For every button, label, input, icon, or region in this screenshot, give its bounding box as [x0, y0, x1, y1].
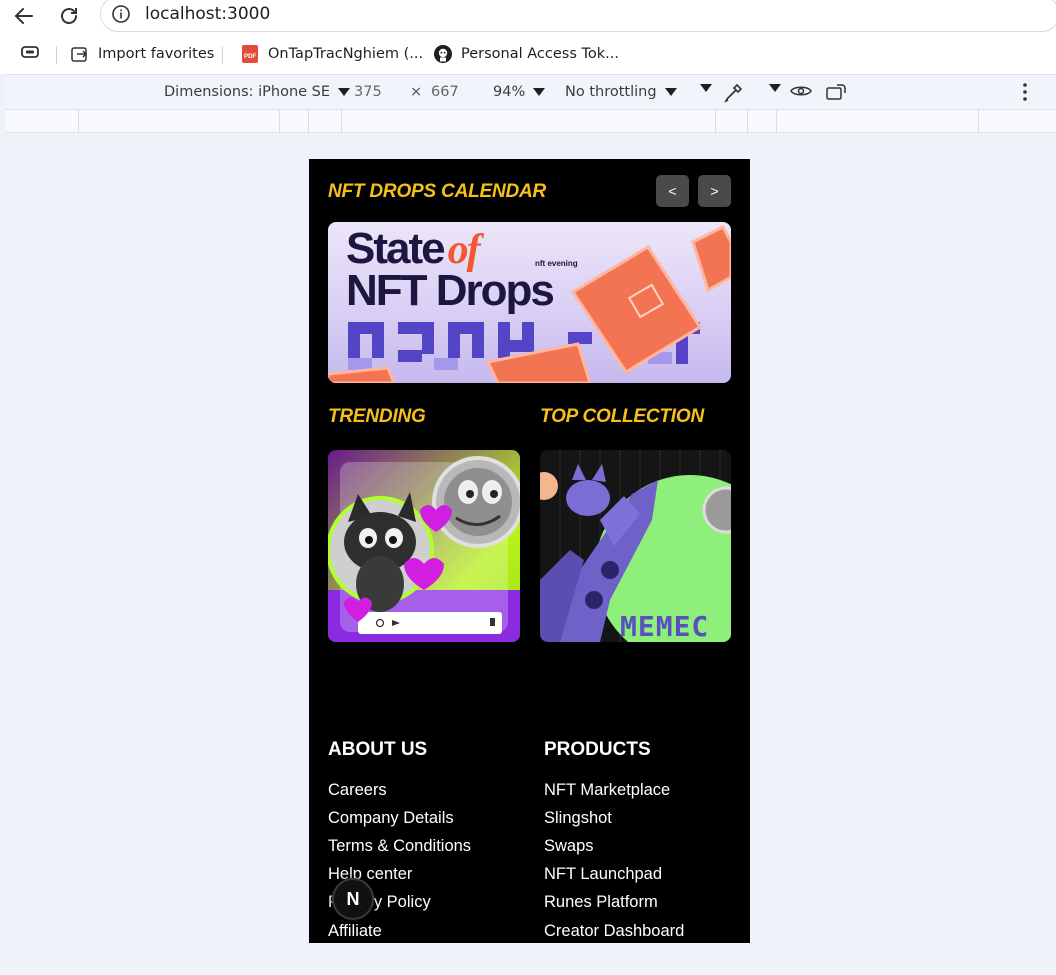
- browser-toolbar: localhost:3000: [0, 0, 1056, 34]
- ruler-tick: [78, 110, 79, 132]
- device-toolbar: Dimensions: iPhone SE 375 × 667 94% No t…: [5, 74, 1056, 109]
- svg-text:PDF: PDF: [244, 54, 256, 60]
- rotate-button[interactable]: [825, 82, 849, 102]
- bookmark-import-favorites[interactable]: Import favorites: [70, 44, 214, 64]
- zoom-value: 94%: [493, 84, 526, 100]
- info-icon: [112, 5, 130, 23]
- about-us-heading: ABOUT US: [328, 739, 428, 760]
- trending-title: TRENDING: [328, 406, 426, 427]
- pdf-icon: PDF: [240, 44, 260, 64]
- url-text: localhost:3000: [145, 4, 271, 24]
- tab-actions-button[interactable]: [20, 44, 40, 60]
- bookmark-personal-access-token[interactable]: Personal Access Tok...: [433, 44, 619, 64]
- times-symbol: ×: [410, 84, 423, 100]
- width-value: 375: [354, 84, 382, 100]
- trending-card-artwork: [328, 456, 520, 642]
- products-heading: PRODUCTS: [544, 739, 651, 760]
- top-collection-title: TOP COLLECTION: [540, 406, 704, 427]
- trending-card[interactable]: [328, 450, 520, 642]
- back-arrow-icon: [14, 8, 33, 24]
- media-query-ruler: [5, 109, 1056, 133]
- bookmark-ontaptracnghiem[interactable]: PDF OnTapTracNghiem (...: [240, 44, 423, 64]
- bookmark-label: Import favorites: [98, 46, 215, 62]
- bookmarks-bar: Import favorites PDF OnTapTracNghiem (..…: [0, 34, 1056, 74]
- rotate-device-icon: [826, 84, 846, 100]
- chevron-down-icon: [338, 88, 351, 96]
- more-menu-button[interactable]: [1019, 82, 1031, 102]
- chevron-down-icon: [700, 84, 712, 92]
- footer-link-creator-dashboard[interactable]: Creator Dashboard: [544, 922, 684, 941]
- dropdown-button[interactable]: [761, 84, 781, 92]
- back-button[interactable]: [10, 2, 38, 30]
- emulated-viewport: NFT DROPS CALENDAR < > Stateof nft eveni…: [309, 159, 750, 943]
- footer-link-nft-marketplace[interactable]: NFT Marketplace: [544, 781, 670, 800]
- footer-link-runes-platform[interactable]: Runes Platform: [544, 893, 658, 912]
- banner-title-line2: NFT Drops: [346, 266, 555, 315]
- bookmark-separator: [56, 46, 57, 64]
- footer-link-terms[interactable]: Terms & Conditions: [328, 837, 471, 856]
- zoom-select[interactable]: 94%: [493, 84, 546, 100]
- ruler-tick: [978, 110, 979, 132]
- ruler-tick: [308, 110, 309, 132]
- nft-drops-banner[interactable]: Stateof nft evening NFT Drops 2024: [328, 222, 731, 383]
- footer-link-company-details[interactable]: Company Details: [328, 809, 454, 828]
- carousel-next-button[interactable]: >: [698, 175, 731, 207]
- footer-link-swaps[interactable]: Swaps: [544, 837, 594, 856]
- ruler-tick: [776, 110, 777, 132]
- more-options-dropdown[interactable]: [692, 84, 712, 92]
- height-value: 667: [431, 84, 459, 100]
- ruler-tick: [279, 110, 280, 132]
- device-dimensions-select[interactable]: Dimensions: iPhone SE: [164, 84, 351, 100]
- footer-link-nft-launchpad[interactable]: NFT Launchpad: [544, 865, 662, 884]
- vision-deficiency-button[interactable]: [790, 83, 812, 99]
- import-icon: [70, 44, 90, 64]
- calendar-title: NFT DROPS CALENDAR: [328, 181, 547, 202]
- reload-button[interactable]: [55, 2, 83, 30]
- top-collection-card[interactable]: MEMEC: [540, 450, 731, 642]
- height-input[interactable]: 667: [431, 84, 459, 100]
- carousel-prev-button[interactable]: <: [656, 175, 689, 207]
- eye-icon: [790, 86, 812, 96]
- bookmark-label: OnTapTracNghiem (...: [268, 46, 424, 62]
- ruler-tick: [715, 110, 716, 132]
- chevron-down-icon: [664, 88, 677, 96]
- ruler-tick: [341, 110, 342, 132]
- chevron-down-icon: [533, 88, 546, 96]
- footer-link-affiliate[interactable]: Affiliate: [328, 922, 382, 941]
- footer-link-careers[interactable]: Careers: [328, 781, 387, 800]
- footer-link-slingshot[interactable]: Slingshot: [544, 809, 612, 828]
- address-bar[interactable]: localhost:3000: [100, 0, 1056, 32]
- kebab-menu-icon: [1023, 83, 1027, 101]
- github-icon: [433, 44, 453, 64]
- bookmark-separator: [222, 46, 223, 64]
- reload-icon: [61, 8, 77, 24]
- tab-search-icon: [21, 46, 39, 58]
- color-picker-button[interactable]: [723, 81, 745, 103]
- ruler-tick: [747, 110, 748, 132]
- throttling-select[interactable]: No throttling: [565, 84, 677, 100]
- width-input[interactable]: 375: [354, 84, 382, 100]
- bookmark-label: Personal Access Tok...: [461, 46, 619, 62]
- dimensions-label: Dimensions: iPhone SE: [164, 84, 331, 100]
- memec-card-text: MEMEC: [620, 610, 710, 642]
- eyedropper-icon: [724, 83, 743, 103]
- banner-pixel-year: 2024: [418, 340, 420, 341]
- dimension-times: ×: [410, 84, 422, 100]
- chevron-down-icon: [769, 84, 781, 92]
- nextjs-dev-badge[interactable]: N: [332, 878, 374, 920]
- throttling-value: No throttling: [565, 84, 657, 100]
